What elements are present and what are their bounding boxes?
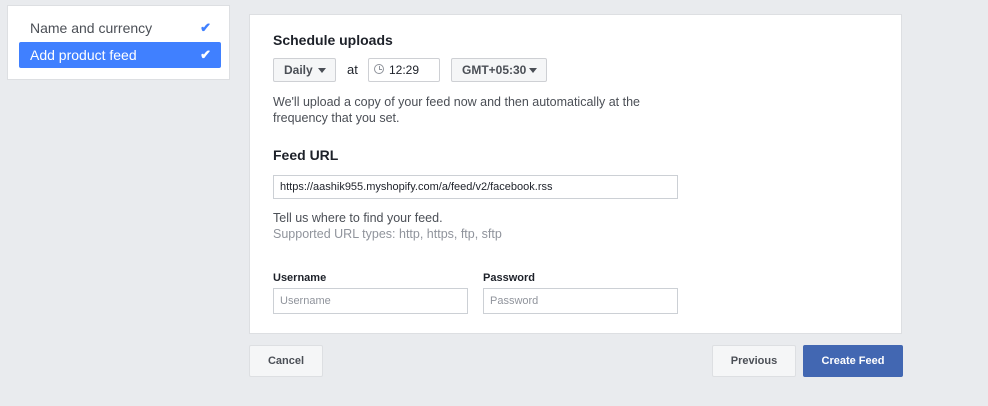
timezone-value: GMT+05:30 — [462, 63, 527, 77]
password-label: Password — [483, 272, 535, 284]
check-icon: ✔ — [200, 47, 211, 62]
step-add-product-feed[interactable]: Add product feed ✔ — [19, 42, 221, 68]
time-value: 12:29 — [389, 63, 420, 77]
password-input[interactable]: Password — [483, 288, 678, 314]
caret-down-icon — [529, 68, 537, 73]
schedule-description: We'll upload a copy of your feed now and… — [273, 95, 640, 125]
frequency-value: Daily — [284, 63, 313, 77]
feed-url-help: Tell us where to find your feed. — [273, 211, 443, 225]
caret-down-icon — [318, 68, 326, 73]
at-label: at — [347, 62, 358, 77]
clock-icon — [374, 64, 384, 74]
previous-button[interactable]: Previous — [712, 345, 796, 377]
frequency-dropdown[interactable]: Daily — [273, 58, 336, 82]
cancel-button[interactable]: Cancel — [249, 345, 323, 377]
feed-url-input[interactable]: https://aashik955.myshopify.com/a/feed/v… — [273, 175, 678, 199]
feed-url-heading: Feed URL — [273, 147, 339, 163]
username-label: Username — [273, 272, 327, 284]
steps-panel: Name and currency ✔ Add product feed ✔ — [7, 5, 230, 80]
feed-settings-card: Schedule uploads Daily at 12:29 GMT+05:3… — [249, 14, 902, 334]
step-name-and-currency[interactable]: Name and currency ✔ — [19, 15, 221, 41]
step-label: Name and currency — [30, 20, 153, 36]
check-icon: ✔ — [200, 20, 211, 35]
step-label: Add product feed — [30, 47, 137, 63]
schedule-uploads-heading: Schedule uploads — [273, 32, 393, 48]
supported-url-types: Supported URL types: http, https, ftp, s… — [273, 227, 502, 241]
username-input[interactable]: Username — [273, 288, 468, 314]
create-feed-button[interactable]: Create Feed — [803, 345, 903, 377]
time-input[interactable]: 12:29 — [368, 58, 440, 82]
timezone-dropdown[interactable]: GMT+05:30 — [451, 58, 547, 82]
